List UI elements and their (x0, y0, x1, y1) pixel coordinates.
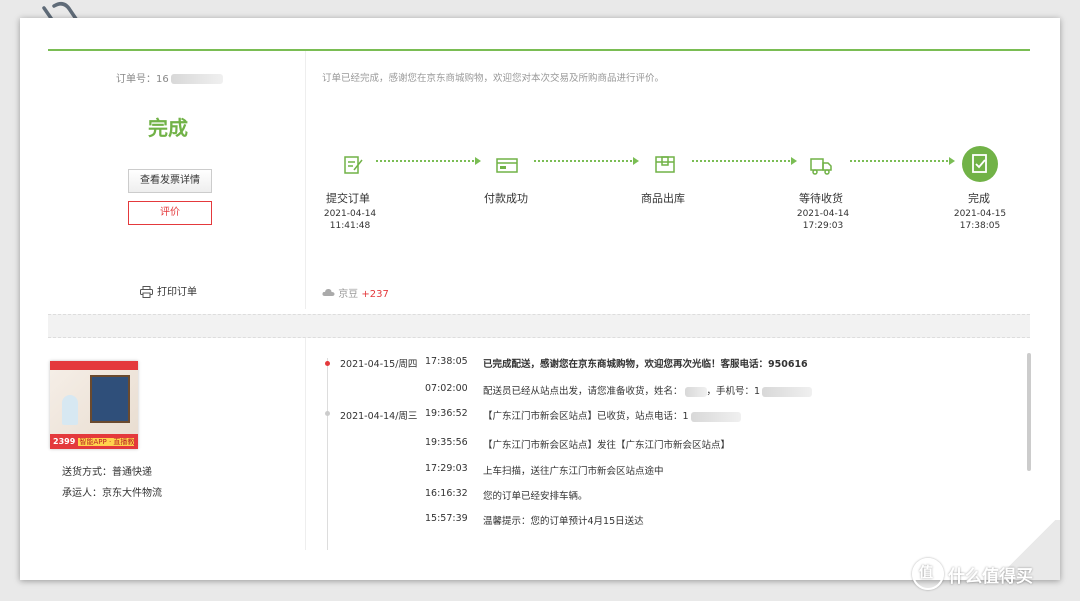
track-time: 15:57:39 (425, 513, 468, 524)
order-number-value: 16 (156, 74, 169, 85)
redacted-blur (170, 74, 223, 84)
step-date-awaiting: 2021-04-14 17:29:03 (793, 208, 853, 232)
watermark-text: 什么值得买 (948, 567, 1033, 587)
step-icon-complete (962, 146, 998, 182)
divider (305, 338, 306, 550)
order-detail-card: 订单号：16 完成 查看发票详情 评价 打印订单 订单已经完成，感谢您在京东商城… (20, 18, 1060, 580)
timeline-dot (325, 411, 330, 416)
track-text-part: 【广东江门市新会区站点】已收货，站点电话：1 (483, 411, 689, 422)
progress-arrow (475, 157, 481, 165)
track-time: 19:35:56 (425, 437, 468, 448)
section-separator (48, 314, 1030, 338)
jd-bean-reward: 京豆 +237 (322, 285, 389, 300)
payment-card-icon (496, 158, 518, 173)
print-order-link[interactable]: 打印订单 (140, 283, 197, 298)
track-time: 16:16:32 (425, 488, 468, 499)
order-status: 完成 (148, 116, 188, 140)
product-price: 2399 (53, 437, 76, 446)
order-number: 订单号：16 (116, 70, 223, 85)
review-button[interactable]: 评价 (128, 201, 212, 225)
view-invoice-button[interactable]: 查看发票详情 (128, 169, 212, 193)
track-text: 您的订单已经安排车辆。 (483, 491, 588, 502)
track-text: 温馨提示：您的订单预计4月15日送达 (483, 516, 644, 527)
step-time: 17:38:05 (959, 221, 1001, 231)
progress-connector (850, 160, 948, 164)
track-time: 17:29:03 (425, 463, 468, 474)
delivery-truck-icon (810, 158, 832, 175)
track-time: 19:36:52 (425, 408, 468, 419)
track-text: 【广东江门市新会区站点】已收货，站点电话：1 (483, 408, 741, 422)
shipping-carrier: 承运人：京东大件物流 (62, 488, 162, 499)
product-person-shape (62, 395, 78, 425)
thanks-message: 订单已经完成，感谢您在京东商城购物，欢迎您对本次交易及所购商品进行评价。 (322, 73, 665, 84)
progress-arrow (949, 157, 955, 165)
step-date: 2021-04-14 (796, 209, 850, 219)
print-order-label: 打印订单 (157, 287, 197, 298)
timeline-line (327, 358, 328, 550)
step-date: 2021-04-14 (323, 209, 377, 219)
step-icon-awaiting (810, 154, 832, 180)
progress-connector (376, 160, 474, 164)
timeline-dot-current (325, 361, 330, 366)
cloud-bean-icon (322, 288, 335, 296)
track-text-part: ，手机号：1 (706, 386, 761, 397)
redacted-blur (762, 386, 813, 397)
track-text: 已完成配送，感谢您在京东商城购物，欢迎您再次光临！客服电话：950616 (483, 359, 808, 370)
track-text: 上车扫描，送往广东江门市新会区站点途中 (483, 466, 664, 477)
redacted-blur (690, 411, 741, 422)
progress-arrow (633, 157, 639, 165)
step-date: 2021-04-15 (953, 209, 1007, 219)
shipping-method: 送货方式：普通快递 (62, 467, 152, 478)
step-date-complete: 2021-04-15 17:38:05 (950, 208, 1010, 232)
redacted-blur (684, 386, 707, 397)
package-box-icon (655, 156, 675, 173)
track-time: 07:02:00 (425, 383, 468, 394)
track-text: 【广东江门市新会区站点】发往【广东江门市新会区站点】 (483, 440, 731, 451)
step-label-complete: 完成 (968, 192, 990, 205)
step-label-awaiting: 等待收货 (799, 192, 843, 205)
product-tv-shape (90, 375, 130, 423)
progress-arrow (791, 157, 797, 165)
divider (305, 51, 306, 309)
printer-icon (140, 286, 153, 298)
product-top-banner (50, 361, 138, 370)
track-text-part: 配送员已经从站点出发，请您准备收货，姓名： (483, 386, 683, 397)
watermark-logo-char: 值 (919, 565, 933, 581)
step-time: 17:29:03 (802, 221, 844, 231)
step-icon-payment (496, 154, 518, 180)
tracking-scrollbar[interactable] (1027, 353, 1031, 471)
track-date: 2021-04-15/周四 (340, 359, 418, 370)
jd-bean-label: 京豆 (338, 289, 359, 300)
step-label-payment: 付款成功 (484, 192, 528, 205)
progress-connector (534, 160, 632, 164)
step-label-outbound: 商品出库 (641, 192, 685, 205)
product-price-badge: 2399 智能APP · 直播教学 (50, 434, 138, 449)
completed-check-icon (972, 154, 987, 173)
progress-connector (692, 160, 790, 164)
track-text: 配送员已经从站点出发，请您准备收货，姓名： ，手机号：1 (483, 383, 813, 397)
step-icon-outbound (654, 152, 676, 178)
track-time: 17:38:05 (425, 356, 468, 367)
step-icon-submit (342, 154, 364, 180)
top-accent-line (48, 49, 1030, 51)
step-date-submit: 2021-04-14 11:41:48 (320, 208, 380, 232)
edit-order-icon (344, 156, 363, 174)
jd-bean-value: +237 (361, 289, 389, 300)
step-label-submit: 提交订单 (326, 192, 370, 205)
order-number-label: 订单号： (116, 74, 156, 85)
track-date: 2021-04-14/周三 (340, 411, 418, 422)
product-thumbnail[interactable]: 2399 智能APP · 直播教学 (50, 361, 138, 449)
step-time: 11:41:48 (329, 221, 371, 231)
